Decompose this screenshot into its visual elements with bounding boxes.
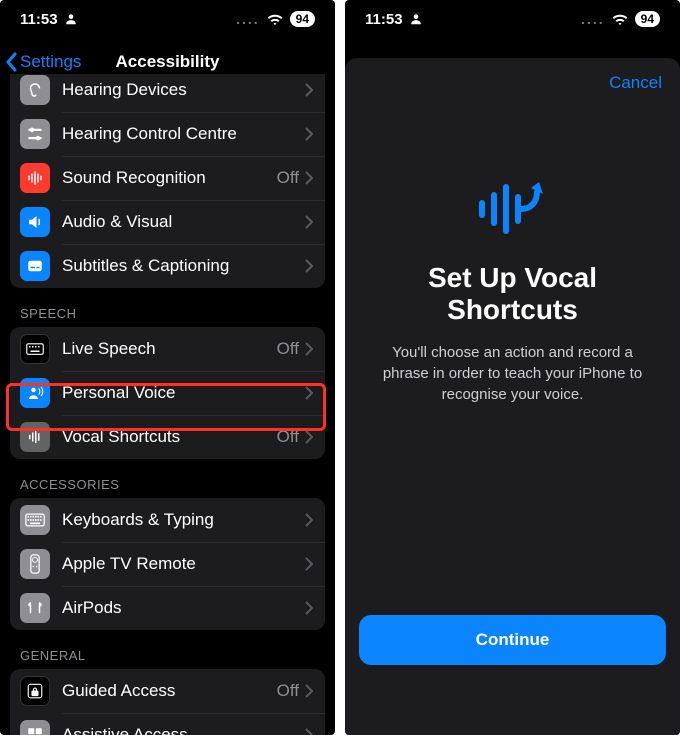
lock-icon	[20, 676, 50, 706]
waveform-icon	[20, 422, 50, 452]
battery-badge: 94	[635, 11, 660, 27]
chevron-right-icon	[305, 513, 313, 527]
chevron-right-icon	[305, 601, 313, 615]
row-airpods[interactable]: AirPods	[10, 586, 325, 630]
airpods-icon	[20, 593, 50, 623]
row-vocal-shortcuts[interactable]: Vocal Shortcuts Off	[10, 415, 325, 459]
sheet-nav: Cancel	[345, 58, 680, 108]
vocal-shortcuts-hero-icon	[473, 178, 553, 240]
row-label: AirPods	[62, 598, 305, 618]
row-label: Hearing Control Centre	[62, 124, 305, 144]
row-hearing-control-centre[interactable]: Hearing Control Centre	[10, 112, 325, 156]
back-label: Settings	[20, 52, 81, 72]
status-bar: 11:53 .... 94	[0, 0, 335, 38]
sound-wave-icon	[20, 163, 50, 193]
row-label: Apple TV Remote	[62, 554, 305, 574]
person-wave-icon	[20, 378, 50, 408]
sliders-icon	[20, 119, 50, 149]
person-icon	[409, 12, 423, 26]
status-time: 11:53	[20, 11, 58, 28]
row-keyboards-typing[interactable]: Keyboards & Typing	[10, 498, 325, 542]
chevron-left-icon	[6, 52, 18, 72]
group-hearing: Hearing Devices Hearing Control Centre S…	[10, 74, 325, 288]
row-hearing-devices[interactable]: Hearing Devices	[10, 74, 325, 112]
status-bar: 11:53 .... 94	[345, 0, 680, 38]
remote-icon	[20, 549, 50, 579]
wifi-icon	[611, 12, 629, 26]
chevron-right-icon	[305, 171, 313, 185]
row-live-speech[interactable]: Live Speech Off	[10, 327, 325, 371]
section-header-speech: SPEECH	[0, 288, 335, 327]
cell-dots: ....	[236, 11, 260, 27]
row-label: Subtitles & Captioning	[62, 256, 305, 276]
row-label: Keyboards & Typing	[62, 510, 305, 530]
row-value: Off	[277, 681, 299, 701]
group-general: Guided Access Off Assistive Access Siri	[10, 669, 325, 735]
wifi-icon	[266, 12, 284, 26]
row-label: Personal Voice	[62, 383, 305, 403]
subtitles-icon	[20, 251, 50, 281]
row-audio-visual[interactable]: Audio & Visual	[10, 200, 325, 244]
battery-badge: 94	[290, 11, 315, 27]
chevron-right-icon	[305, 430, 313, 444]
chevron-right-icon	[305, 728, 313, 735]
row-subtitles-captioning[interactable]: Subtitles & Captioning	[10, 244, 325, 288]
chevron-right-icon	[305, 557, 313, 571]
row-guided-access[interactable]: Guided Access Off	[10, 669, 325, 713]
section-header-general: GENERAL	[0, 630, 335, 669]
section-header-accessories: ACCESSORIES	[0, 459, 335, 498]
hero: Set Up Vocal Shortcuts You'll choose an …	[345, 108, 680, 405]
keyboard-icon	[20, 334, 50, 364]
back-button[interactable]: Settings	[6, 52, 81, 72]
row-assistive-access[interactable]: Assistive Access	[10, 713, 325, 735]
continue-wrap: Continue	[345, 615, 680, 735]
cancel-button[interactable]: Cancel	[609, 73, 662, 93]
speaker-icon	[20, 207, 50, 237]
row-value: Off	[277, 427, 299, 447]
row-label: Hearing Devices	[62, 80, 305, 100]
keyboard-full-icon	[20, 505, 50, 535]
settings-content[interactable]: Hearing Devices Hearing Control Centre S…	[0, 74, 335, 735]
setup-title: Set Up Vocal Shortcuts	[373, 262, 652, 326]
chevron-right-icon	[305, 127, 313, 141]
row-label: Assistive Access	[62, 725, 305, 735]
chevron-right-icon	[305, 342, 313, 356]
group-speech: Live Speech Off Personal Voice Vocal Sho…	[10, 327, 325, 459]
row-label: Vocal Shortcuts	[62, 427, 277, 447]
row-sound-recognition[interactable]: Sound Recognition Off	[10, 156, 325, 200]
chevron-right-icon	[305, 259, 313, 273]
row-label: Live Speech	[62, 339, 277, 359]
cell-dots: ....	[581, 11, 605, 27]
chevron-right-icon	[305, 684, 313, 698]
chevron-right-icon	[305, 215, 313, 229]
row-label: Guided Access	[62, 681, 277, 701]
row-value: Off	[277, 339, 299, 359]
setup-sheet: Cancel Set Up Vocal Shortcuts You'll cho…	[345, 58, 680, 735]
status-time: 11:53	[365, 11, 403, 28]
row-label: Sound Recognition	[62, 168, 277, 188]
row-value: Off	[277, 168, 299, 188]
chevron-right-icon	[305, 386, 313, 400]
row-apple-tv-remote[interactable]: Apple TV Remote	[10, 542, 325, 586]
chevron-right-icon	[305, 83, 313, 97]
phone-right: 11:53 .... 94 Cancel Set Up Vocal Shortc…	[345, 0, 680, 735]
ear-icon	[20, 75, 50, 105]
phone-left: 11:53 .... 94 Settings Accessibility Hea…	[0, 0, 335, 735]
person-icon	[64, 12, 78, 26]
setup-description: You'll choose an action and record a phr…	[373, 342, 652, 405]
group-accessories: Keyboards & Typing Apple TV Remote AirPo…	[10, 498, 325, 630]
row-personal-voice[interactable]: Personal Voice	[10, 371, 325, 415]
row-label: Audio & Visual	[62, 212, 305, 232]
grid-icon	[20, 720, 50, 735]
continue-button[interactable]: Continue	[359, 615, 666, 665]
